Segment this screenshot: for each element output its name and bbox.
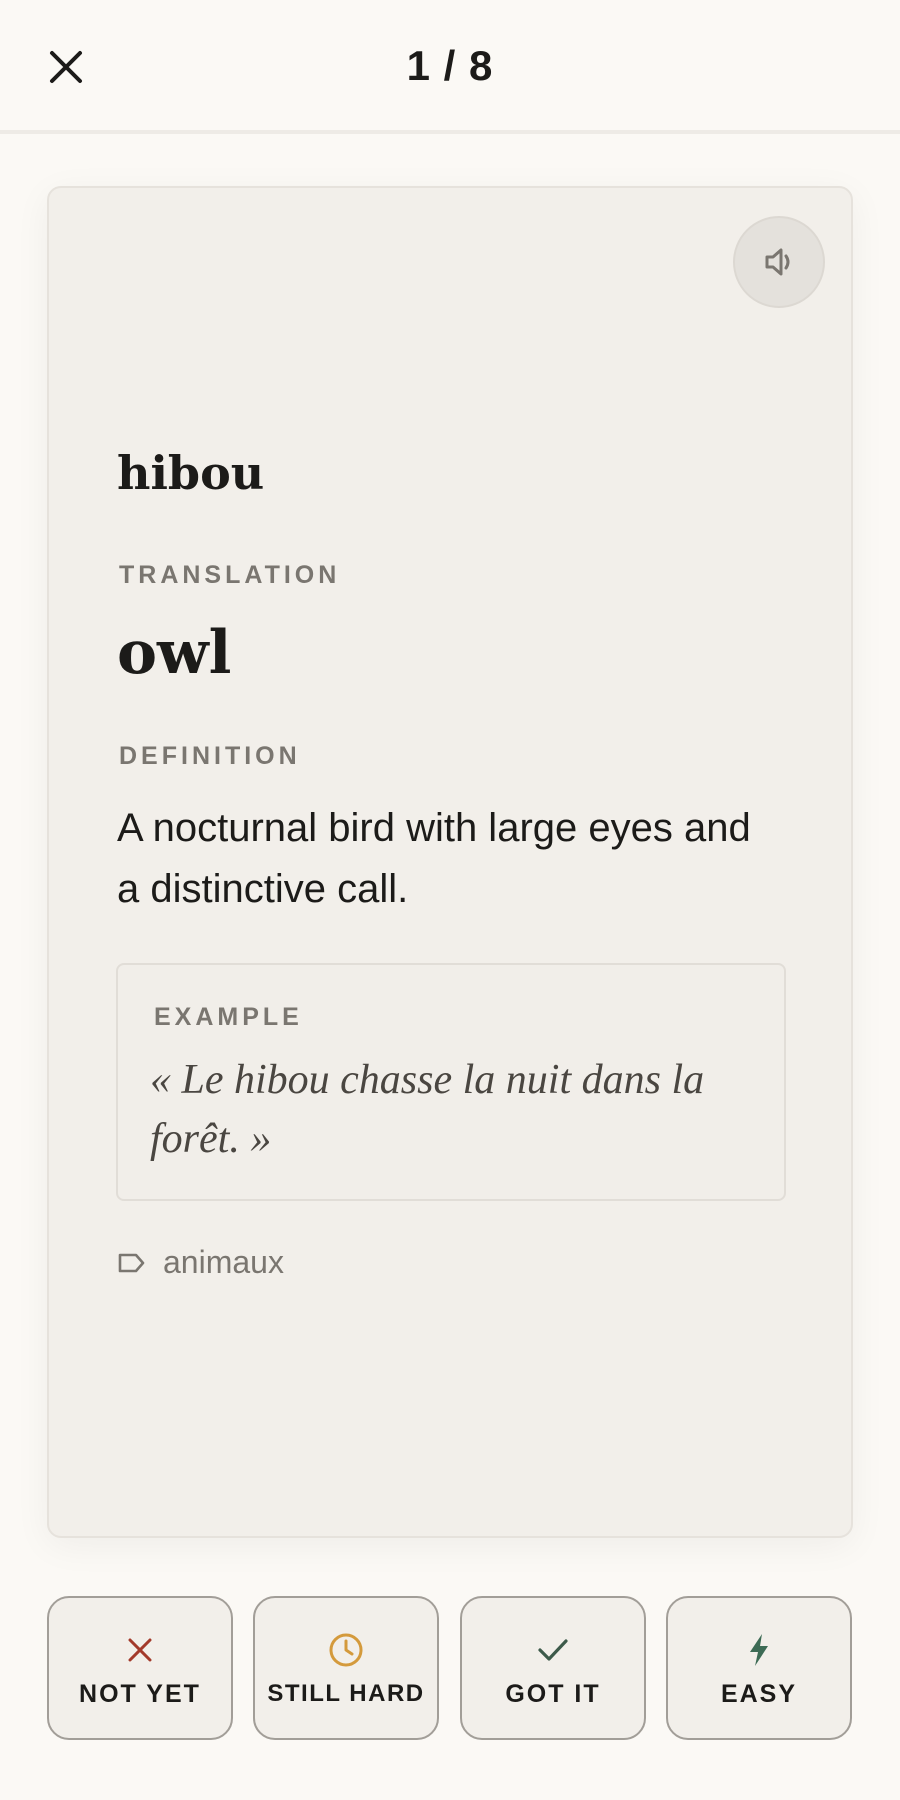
easy-button[interactable]: EASY [666,1596,852,1740]
bolt-icon [750,1634,768,1666]
card-word: hibou [117,446,265,500]
rating-actions: NOT YET STILL HARD GOT IT EASY [47,1596,853,1740]
x-icon [128,1638,152,1662]
tag: animaux [117,1244,284,1281]
still-hard-label: STILL HARD [267,1680,425,1707]
got-it-button[interactable]: GOT IT [460,1596,646,1740]
easy-label: EASY [720,1680,798,1708]
progress-counter: 1 / 8 [406,42,494,89]
card-translation: owl [117,618,232,688]
got-it-label: GOT IT [505,1680,601,1708]
tag-label: animaux [163,1244,284,1280]
card-definition: A nocturnal bird with large eyes and a d… [117,806,751,911]
speaker-icon [765,248,790,276]
still-hard-button[interactable]: STILL HARD [253,1596,439,1740]
not-yet-button[interactable]: NOT YET [47,1596,233,1740]
definition-label: DEFINITION [119,742,301,770]
clock-icon [329,1633,363,1667]
flashcard-screen: 1 / 8 hibou TRANSLATION owl DEFINITION A… [0,0,900,1800]
example-label: EXAMPLE [154,1003,303,1031]
check-icon [538,1639,568,1661]
example-sentence: « Le hibou chasse la nuit dans la forêt.… [150,1057,705,1162]
header: 1 / 8 [0,0,900,134]
play-audio-button[interactable] [733,216,825,308]
example-box: EXAMPLE « Le hibou chasse la nuit dans l… [116,963,786,1201]
flashcard[interactable]: hibou TRANSLATION owl DEFINITION A noctu… [47,186,853,1538]
tag-icon [118,1253,145,1272]
not-yet-label: NOT YET [79,1680,201,1708]
translation-label: TRANSLATION [119,561,341,589]
